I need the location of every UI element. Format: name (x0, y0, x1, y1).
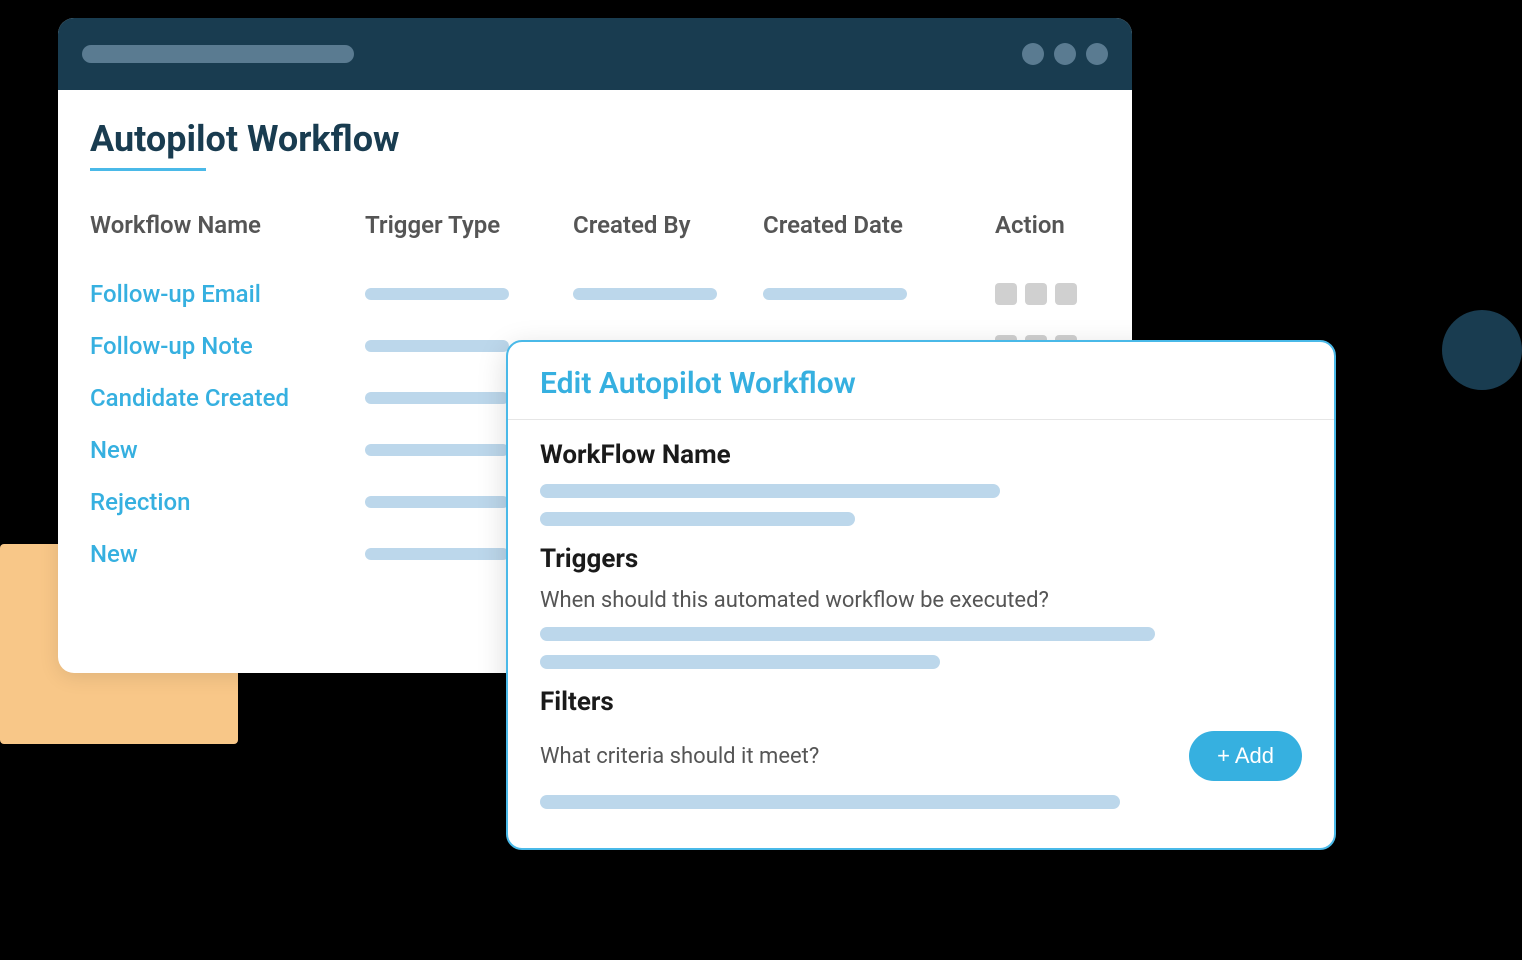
trigger-input[interactable] (540, 627, 1155, 641)
workflow-name-link[interactable]: Follow-up Email (90, 280, 261, 308)
workflow-name-link[interactable]: Follow-up Note (90, 332, 253, 360)
edit-panel-body: WorkFlow Name Triggers When should this … (508, 420, 1334, 843)
workflow-name-link[interactable]: Rejection (90, 488, 190, 516)
trigger-placeholder (365, 496, 509, 508)
column-header-created-date: Created Date (763, 211, 995, 239)
table-row: Follow-up Email (90, 279, 1100, 309)
created-date-placeholder (763, 288, 907, 300)
decorative-dark-circle (1442, 310, 1522, 390)
window-control-dot[interactable] (1022, 43, 1044, 65)
workflow-name-input-2[interactable] (540, 512, 855, 526)
trigger-placeholder (365, 548, 509, 560)
triggers-subtext: When should this automated workflow be e… (540, 588, 1302, 613)
title-underline (90, 168, 206, 171)
column-header-trigger: Trigger Type (365, 211, 573, 239)
workflow-name-link[interactable]: New (90, 540, 138, 568)
trigger-input-2[interactable] (540, 655, 940, 669)
filters-subtext: What criteria should it meet? (540, 744, 819, 769)
edit-panel-title: Edit Autopilot Workflow (540, 366, 1302, 401)
table-header-row: Workflow Name Trigger Type Created By Cr… (90, 211, 1100, 239)
workflow-name-label: WorkFlow Name (540, 440, 1302, 470)
window-controls (1022, 43, 1108, 65)
column-header-created-by: Created By (573, 211, 763, 239)
column-header-action: Action (995, 211, 1095, 239)
window-control-dot[interactable] (1086, 43, 1108, 65)
trigger-placeholder (365, 444, 509, 456)
window-titlebar (58, 18, 1132, 90)
add-filter-button[interactable]: + Add (1189, 731, 1302, 781)
column-header-name: Workflow Name (90, 211, 365, 239)
trigger-placeholder (365, 392, 509, 404)
edit-panel-header: Edit Autopilot Workflow (508, 342, 1334, 420)
workflow-name-link[interactable]: New (90, 436, 138, 464)
filters-label: Filters (540, 687, 1302, 717)
window-title-placeholder (82, 45, 354, 63)
trigger-placeholder (365, 340, 509, 352)
action-icon[interactable] (995, 283, 1017, 305)
workflow-name-input[interactable] (540, 484, 1000, 498)
trigger-placeholder (365, 288, 509, 300)
created-by-placeholder (573, 288, 717, 300)
page-title: Autopilot Workflow (90, 118, 1100, 160)
edit-workflow-panel: Edit Autopilot Workflow WorkFlow Name Tr… (506, 340, 1336, 850)
action-icon[interactable] (1055, 283, 1077, 305)
workflow-name-link[interactable]: Candidate Created (90, 384, 289, 412)
filter-input[interactable] (540, 795, 1120, 809)
action-icon[interactable] (1025, 283, 1047, 305)
window-control-dot[interactable] (1054, 43, 1076, 65)
triggers-label: Triggers (540, 544, 1302, 574)
